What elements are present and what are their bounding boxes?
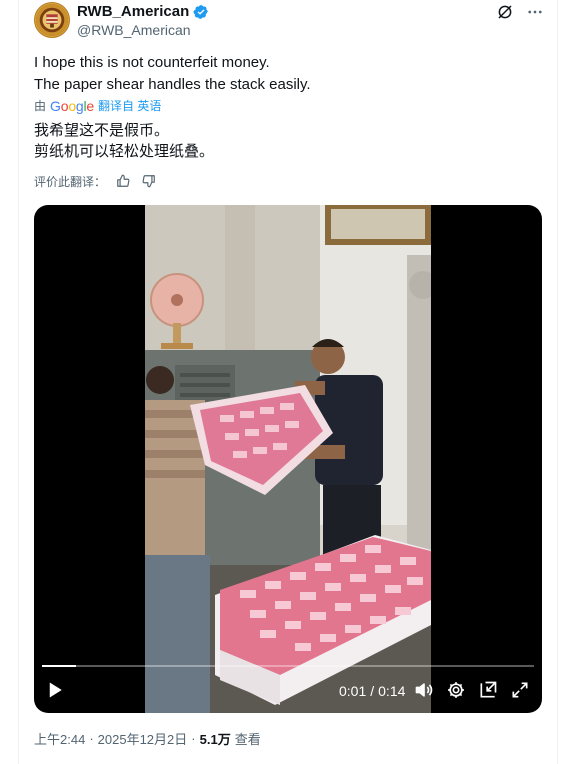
video-controls: 0:01 / 0:14 <box>34 679 542 703</box>
tweet-line-1: I hope this is not counterfeit money. <box>34 54 270 71</box>
rate-translation-label: 评价此翻译： <box>34 174 107 189</box>
tweet-meta: 上午2:44 · 2025年12月2日 · 5.1万 查看 <box>34 729 261 748</box>
picture-in-picture-icon[interactable] <box>478 680 498 700</box>
rate-translation-row: 评价此翻译： <box>34 172 158 190</box>
video-player[interactable]: 0:01 / 0:14 <box>34 205 542 713</box>
author-handle[interactable]: @RWB_American <box>77 22 191 38</box>
video-time: 0:01 / 0:14 <box>339 683 405 699</box>
video-time-separator: / <box>370 683 375 699</box>
video-frame <box>145 205 431 713</box>
thumbs-up-icon[interactable] <box>114 172 132 190</box>
video-progress-bar[interactable] <box>42 665 534 667</box>
video-current-time: 0:01 <box>339 683 367 699</box>
views-label: 查看 <box>234 732 261 747</box>
play-icon[interactable] <box>46 681 64 699</box>
video-frame-illustration <box>145 205 431 713</box>
volume-icon[interactable] <box>414 680 434 700</box>
tweet-card: RWB_American @RWB_American I hope this i… <box>18 0 558 764</box>
grok-icon[interactable] <box>495 2 515 22</box>
fullscreen-icon[interactable] <box>510 680 530 700</box>
google-wordmark: Google <box>50 97 95 114</box>
tweet-text: I hope this is not counterfeit money. Th… <box>34 52 311 96</box>
header-actions <box>495 2 545 22</box>
views-count: 5.1万 <box>199 732 231 747</box>
translated-by-prefix: 由 <box>34 99 47 113</box>
translation-line-2: 剪纸机可以轻松处理纸叠。 <box>34 143 215 160</box>
translated-from-link[interactable]: 翻译自 英语 <box>98 97 161 114</box>
avatar[interactable] <box>34 2 70 38</box>
author-row: RWB_American <box>77 3 209 20</box>
verified-badge-icon <box>193 4 209 19</box>
thumbs-down-icon[interactable] <box>140 172 158 190</box>
tweet-time[interactable]: 上午2:44 <box>34 729 85 748</box>
tweet-line-2: The paper shear handles the stack easily… <box>34 76 311 93</box>
translation-line-1: 我希望这不是假币。 <box>34 122 170 139</box>
meta-separator: · <box>89 731 94 746</box>
meta-separator: · <box>191 731 196 746</box>
video-duration: 0:14 <box>378 683 406 699</box>
translated-by-row: 由 Google 翻译自 英语 <box>34 97 161 114</box>
video-progress-fill <box>42 665 77 667</box>
round-seal-avatar-icon <box>35 3 69 37</box>
settings-gear-icon[interactable] <box>446 680 466 700</box>
translation-text: 我希望这不是假币。 剪纸机可以轻松处理纸叠。 <box>34 120 214 162</box>
more-horizontal-icon[interactable] <box>525 2 545 22</box>
tweet-date[interactable]: 2025年12月2日 <box>98 729 188 748</box>
author-name[interactable]: RWB_American <box>77 3 189 20</box>
